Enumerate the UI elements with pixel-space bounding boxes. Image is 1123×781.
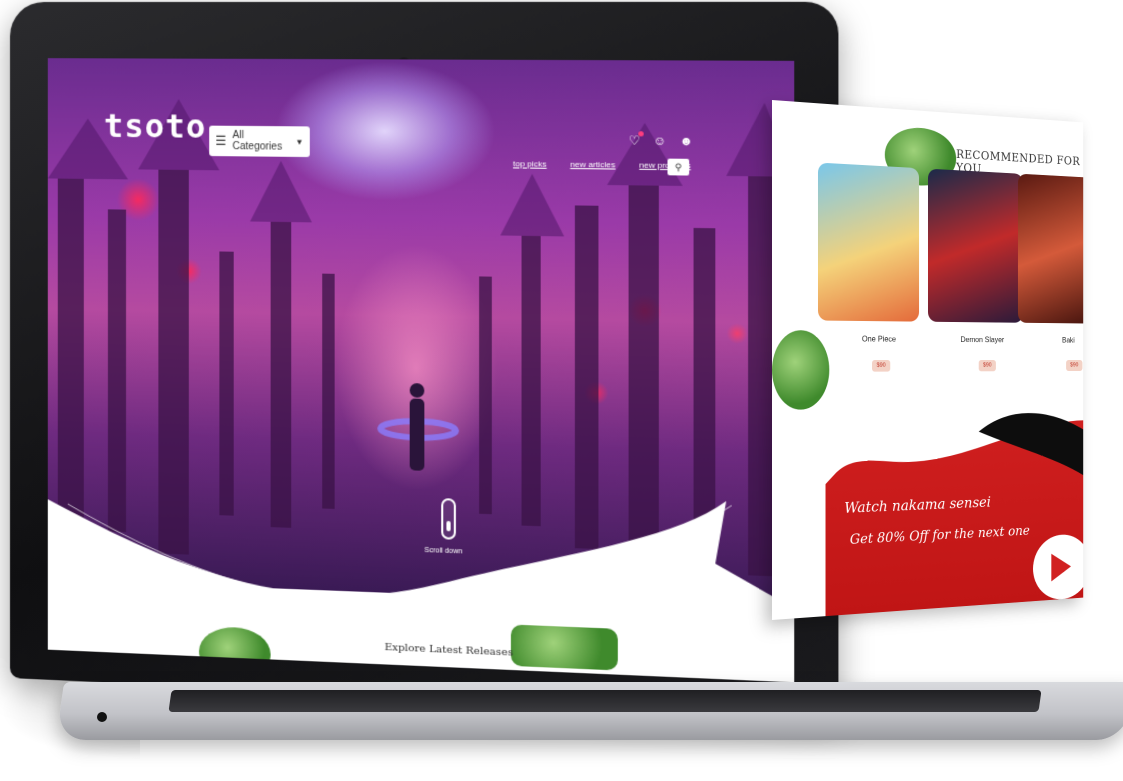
bush-decoration — [772, 330, 830, 410]
nav-link-new-articles[interactable]: new articles — [570, 160, 615, 170]
category-select[interactable]: ☰ All Categories ▼ — [209, 125, 310, 158]
nav-links: top picks new articles new products — [513, 159, 691, 170]
menu-icon: ☰ — [215, 133, 227, 149]
keyboard — [168, 690, 1042, 712]
wishlist-button[interactable]: ♡ — [629, 131, 644, 148]
product-title[interactable]: Baki — [1062, 336, 1075, 344]
cart-icon[interactable]: ☻ — [679, 134, 693, 149]
product-card-one-piece[interactable] — [817, 162, 920, 322]
scroll-down-indicator[interactable] — [441, 498, 456, 540]
search-button[interactable]: ⚲ — [667, 158, 690, 176]
user-icon[interactable]: ☺ — [653, 133, 666, 148]
banner-wave — [825, 392, 1084, 485]
bush-decoration — [510, 624, 618, 671]
scroll-down-label: Scroll down — [424, 546, 463, 556]
laptop-screen: tsoto ☰ All Categories ▼ ♡ ☺ ☻ top picks… — [47, 58, 795, 683]
product-title[interactable]: One Piece — [862, 335, 896, 344]
product-price: $90 — [872, 360, 891, 372]
search-icon: ⚲ — [674, 161, 682, 172]
chevron-down-icon: ▼ — [295, 137, 304, 147]
product-price: $90 — [978, 360, 996, 372]
product-card-baki[interactable] — [1017, 173, 1084, 324]
laptop-lid: tsoto ☰ All Categories ▼ ♡ ☺ ☻ top picks… — [10, 1, 839, 717]
laptop-notch — [97, 712, 107, 722]
product-price: $90 — [1066, 360, 1083, 372]
category-select-label: All Categories — [232, 129, 283, 153]
product-title[interactable]: Demon Slayer — [961, 335, 1005, 344]
nav-link-top-picks[interactable]: top picks — [513, 159, 547, 169]
header-icons: ♡ ☺ ☻ — [629, 131, 693, 149]
site-logo[interactable]: tsoto — [104, 107, 207, 146]
product-card-demon-slayer[interactable] — [927, 168, 1023, 323]
floating-page: RECOMMENDED FOR YOU One Piece Demon Slay… — [772, 100, 1084, 620]
wishlist-badge — [638, 131, 644, 137]
